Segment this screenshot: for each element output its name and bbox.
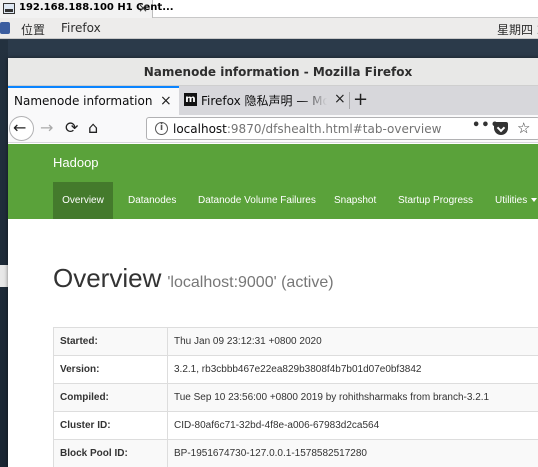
background-window-edge <box>0 265 8 287</box>
firefox-window: Namenode information - Mozilla Firefox N… <box>8 58 538 467</box>
row-value: Thu Jan 09 23:12:31 +0800 2020 <box>167 327 538 356</box>
tab-label: Namenode information <box>14 94 153 108</box>
row-key: Version: <box>53 355 168 384</box>
window-title: Namenode information - Mozilla Firefox <box>143 65 413 79</box>
tab-separator <box>349 92 350 109</box>
row-value: CID-80af6c71-32bd-4f8e-a006-67983d2ca564 <box>167 411 538 440</box>
caret-down-icon <box>531 198 538 203</box>
table-row: Compiled: Tue Sep 10 23:56:00 +0800 2019… <box>53 383 538 412</box>
page-title: Overview <box>53 263 162 293</box>
namenode-address: 'localhost:9000' (active) <box>167 274 334 291</box>
bookmark-star-icon[interactable]: ☆ <box>517 119 530 137</box>
url-host: localhost <box>173 122 227 136</box>
mozilla-favicon-icon: m <box>184 93 197 106</box>
url-text[interactable]: localhost:9870/dfshealth.html#tab-overvi… <box>173 122 441 136</box>
row-key: Cluster ID: <box>53 411 168 440</box>
table-row: Started: Thu Jan 09 23:12:31 +0800 2020 <box>53 327 538 356</box>
nav-overview[interactable]: Overview <box>53 182 113 219</box>
nav-datanodes[interactable]: Datanodes <box>128 182 176 219</box>
forward-button[interactable]: → <box>40 118 53 138</box>
vnc-session-tab[interactable]: 192.168.188.100 H1 Cent... × <box>0 0 174 18</box>
vnc-title-bar: 192.168.188.100 H1 Cent... × <box>0 0 538 18</box>
firefox-menu[interactable]: Firefox <box>61 21 101 35</box>
back-arrow-icon: ← <box>13 118 27 137</box>
new-tab-button[interactable]: + <box>353 89 368 110</box>
nav-datanode-volume-failures[interactable]: Datanode Volume Failures <box>198 182 316 219</box>
row-key: Started: <box>53 327 168 356</box>
url-path: :9870/dfshealth.html#tab-overview <box>226 122 442 136</box>
page-content: Hadoop Overview Datanodes Datanode Volum… <box>8 144 538 467</box>
tab-firefox-privacy-notice[interactable]: m Firefox 隐私声明 — Mozilla × <box>179 86 349 115</box>
table-row: Cluster ID: CID-80af6c71-32bd-4f8e-a006-… <box>53 411 538 440</box>
tab-label: Firefox 隐私声明 — Mozilla <box>201 94 327 108</box>
table-row: Block Pool ID: BP-1951674730-127.0.0.1-1… <box>53 439 538 467</box>
vnc-session-title: 192.168.188.100 H1 Cent... <box>19 2 174 13</box>
row-value: 3.2.1, rb3cbbb467e22ea829b3808f4b7b01d07… <box>167 355 538 384</box>
pocket-icon[interactable] <box>494 122 508 135</box>
row-key: Compiled: <box>53 383 168 412</box>
clock[interactable]: 星期四 2 <box>497 21 538 38</box>
tab-namenode-information[interactable]: Namenode information × <box>8 86 179 115</box>
close-tab-icon[interactable]: × <box>160 93 172 109</box>
gnome-top-panel: 位置 Firefox 星期四 2 <box>0 18 538 39</box>
tab-strip: Namenode information × m Firefox 隐私声明 — … <box>8 86 538 115</box>
home-button[interactable]: ⌂ <box>88 118 98 138</box>
row-value: Tue Sep 10 23:56:00 +0800 2019 by rohith… <box>167 383 538 412</box>
desktop-background <box>0 40 8 467</box>
nav-utilities[interactable]: Utilities <box>495 182 538 219</box>
row-key: Block Pool ID: <box>53 439 168 467</box>
url-bar[interactable]: i localhost:9870/dfshealth.html#tab-over… <box>146 117 538 140</box>
window-titlebar: Namenode information - Mozilla Firefox <box>8 58 538 86</box>
applications-icon[interactable] <box>0 22 10 34</box>
row-value: BP-1951674730-127.0.0.1-1578582517280 <box>167 439 538 467</box>
site-info-icon[interactable]: i <box>155 122 168 135</box>
nav-snapshot[interactable]: Snapshot <box>334 182 376 219</box>
close-tab-icon[interactable]: × <box>334 91 346 107</box>
places-menu[interactable]: 位置 <box>21 21 45 38</box>
overview-table: Started: Thu Jan 09 23:12:31 +0800 2020 … <box>53 327 538 467</box>
navigation-toolbar: ← → ⟳ ⌂ i localhost:9870/dfshealth.html#… <box>8 115 538 143</box>
monitor-icon <box>3 3 15 14</box>
back-button[interactable]: ← <box>9 116 34 141</box>
vnc-close-icon[interactable]: × <box>138 1 148 15</box>
hadoop-brand[interactable]: Hadoop <box>53 155 99 170</box>
overview-heading: Overview 'localhost:9000' (active) <box>53 263 334 294</box>
nav-utilities-label: Utilities <box>495 195 528 206</box>
reload-button[interactable]: ⟳ <box>65 118 78 138</box>
table-row: Version: 3.2.1, rb3cbbb467e22ea829b3808f… <box>53 355 538 384</box>
hadoop-navbar: Hadoop Overview Datanodes Datanode Volum… <box>8 144 538 219</box>
nav-startup-progress[interactable]: Startup Progress <box>398 182 473 219</box>
